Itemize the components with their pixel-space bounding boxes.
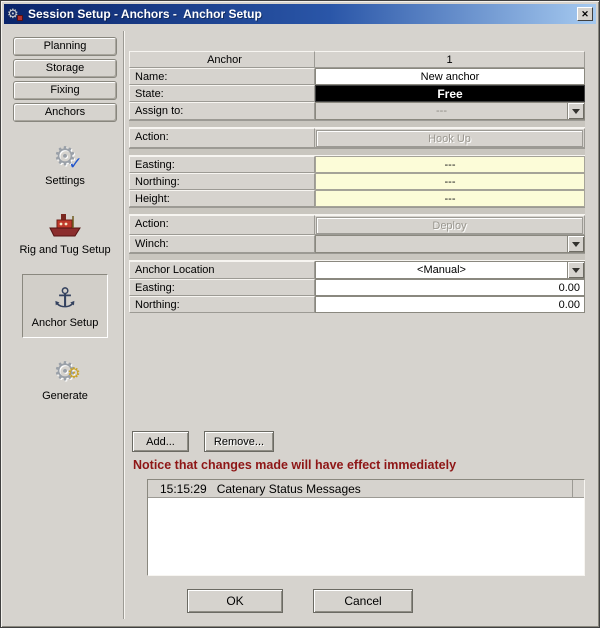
manual-easting-label: Easting: [129, 279, 315, 296]
anchor-column-header: Anchor [129, 51, 315, 68]
winch-dropdown-arrow-icon [567, 236, 584, 252]
scrollbar-column[interactable] [572, 480, 584, 497]
action-deploy-label: Action: [129, 215, 315, 235]
sidebar-item-generate[interactable]: ⚙ ⚙ Generate [17, 351, 113, 407]
sidebar-item-rig-and-tug-setup[interactable]: Rig and Tug Setup [17, 205, 113, 261]
action-hookup-cell: Hook Up [315, 128, 585, 148]
deploy-button: Deploy [316, 217, 583, 234]
sidebar-tab-anchors[interactable]: Anchors [13, 103, 117, 122]
check-icon: ✓ [68, 154, 82, 174]
assign-to-dropdown-arrow-icon [567, 103, 584, 119]
anchor-location-select[interactable]: <Manual> [315, 261, 585, 279]
easting-label: Easting: [129, 156, 315, 173]
sidebar-divider [123, 31, 125, 619]
action-hookup-label: Action: [129, 128, 315, 148]
manual-easting-field[interactable]: 0.00 [315, 279, 585, 296]
cancel-button[interactable]: Cancel [313, 589, 413, 613]
separator [129, 120, 585, 128]
close-button[interactable]: ✕ [577, 7, 593, 21]
sidebar-item-label: Settings [45, 175, 85, 187]
assign-to-select: --- [315, 102, 585, 120]
height-field: --- [315, 190, 585, 207]
winch-select [315, 235, 585, 253]
northing-field: --- [315, 173, 585, 190]
sidebar: Planning Storage Fixing Anchors ⚙ ✓ Sett… [9, 37, 121, 420]
easting-field: --- [315, 156, 585, 173]
name-field[interactable]: New anchor [315, 68, 585, 85]
separator [129, 253, 585, 261]
status-message-body [148, 498, 584, 575]
tugboat-icon [48, 210, 82, 240]
manual-northing-label: Northing: [129, 296, 315, 313]
remove-button: Remove... [204, 431, 274, 452]
anchor-icon: ⚓ [53, 283, 77, 313]
winch-value [316, 236, 567, 252]
anchor-location-label: Anchor Location [129, 261, 315, 279]
app-gear-icon: ⚙ [7, 6, 23, 22]
manual-northing-field[interactable]: 0.00 [315, 296, 585, 313]
settings-gear-icon: ⚙ ✓ [53, 141, 76, 171]
generate-gears-icon: ⚙ ⚙ [53, 356, 76, 386]
sidebar-shortcuts: ⚙ ✓ Settings Rig and Tug Setup [9, 136, 121, 420]
northing-label: Northing: [129, 173, 315, 190]
assign-to-value: --- [316, 103, 567, 119]
sidebar-tab-fixing[interactable]: Fixing [13, 81, 117, 100]
footer-buttons: OK Cancel [1, 589, 599, 613]
separator [129, 207, 585, 215]
sidebar-tab-planning[interactable]: Planning [13, 37, 117, 56]
ok-button[interactable]: OK [187, 589, 283, 613]
add-button[interactable]: Add... [132, 431, 189, 452]
action-deploy-cell: Deploy [315, 215, 585, 235]
sidebar-item-settings[interactable]: ⚙ ✓ Settings [17, 136, 113, 192]
height-label: Height: [129, 190, 315, 207]
sidebar-tab-storage[interactable]: Storage [13, 59, 117, 78]
hook-up-button: Hook Up [316, 130, 583, 147]
winch-label: Winch: [129, 235, 315, 253]
window-title: Session Setup - Anchors - Anchor Setup [28, 7, 577, 21]
state-label: State: [129, 85, 315, 102]
status-message-list: 15:15:29 Catenary Status Messages [147, 479, 585, 576]
notice-text: Notice that changes made will have effec… [133, 458, 456, 472]
state-field: Free [315, 85, 585, 102]
icon-accent [17, 15, 23, 21]
add-remove-row: Add... Remove... [132, 431, 274, 452]
anchor-form: Anchor 1 Name: New anchor State: Free As… [129, 51, 585, 313]
separator [129, 148, 585, 156]
session-setup-window: ⚙ Session Setup - Anchors - Anchor Setup… [0, 0, 600, 628]
anchor-location-dropdown-arrow-icon[interactable] [567, 262, 584, 278]
status-title: Catenary Status Messages [217, 482, 361, 496]
assign-to-label: Assign to: [129, 102, 315, 120]
anchor-location-value: <Manual> [316, 262, 567, 278]
name-label: Name: [129, 68, 315, 85]
sidebar-item-anchor-setup[interactable]: ⚓ Anchor Setup [22, 274, 108, 338]
sidebar-item-label: Anchor Setup [32, 317, 99, 329]
status-message-header: 15:15:29 Catenary Status Messages [148, 480, 584, 498]
titlebar: ⚙ Session Setup - Anchors - Anchor Setup… [4, 4, 596, 24]
sidebar-item-label: Rig and Tug Setup [19, 244, 110, 256]
sidebar-item-label: Generate [42, 390, 88, 402]
status-timestamp: 15:15:29 [160, 482, 207, 496]
anchor-number-header: 1 [315, 51, 585, 68]
